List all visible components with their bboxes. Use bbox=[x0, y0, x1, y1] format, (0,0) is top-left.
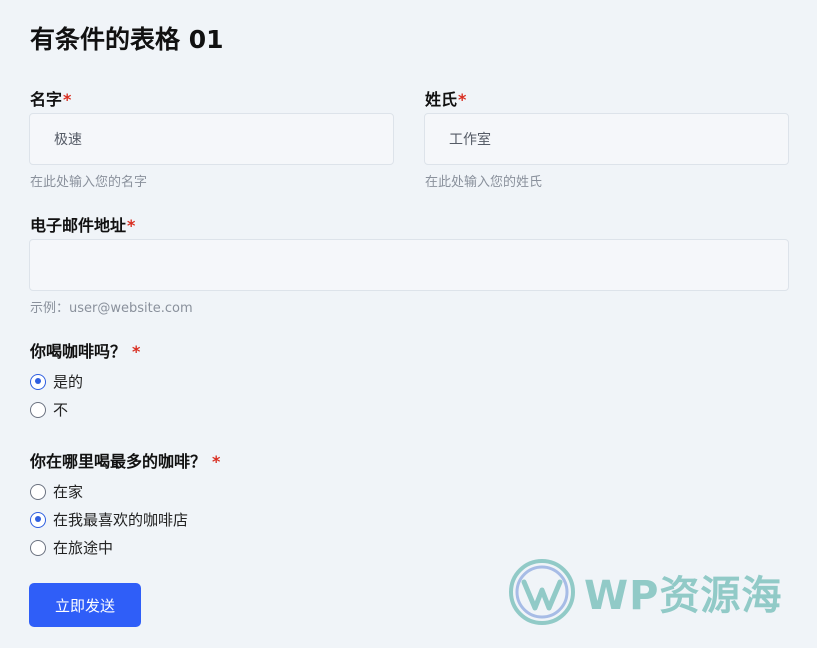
wordpress-logo-icon bbox=[509, 559, 575, 625]
email-input[interactable] bbox=[29, 239, 789, 291]
coffee-question-text: 你喝咖啡吗？ bbox=[30, 342, 127, 361]
form-title: 有条件的表格 01 bbox=[30, 25, 224, 54]
coffee-question-label: 你喝咖啡吗？ * bbox=[30, 338, 140, 362]
radio-option-yes[interactable]: 是的 bbox=[30, 371, 83, 392]
radio-option-label: 在家 bbox=[53, 483, 84, 501]
radio-option-coffee-shop[interactable]: 在我最喜欢的咖啡店 bbox=[30, 509, 188, 530]
where-question-label: 你在哪里喝最多的咖啡？ * bbox=[30, 448, 220, 472]
radio-option-label: 是的 bbox=[53, 373, 84, 391]
radio-option-on-the-go[interactable]: 在旅途中 bbox=[30, 537, 113, 558]
required-mark: * bbox=[63, 90, 72, 109]
required-mark: * bbox=[127, 216, 136, 235]
required-mark: * bbox=[212, 452, 221, 471]
radio-option-label: 不 bbox=[53, 401, 69, 419]
radio-option-home[interactable]: 在家 bbox=[30, 481, 83, 502]
email-hint: 示例：user@website.com bbox=[30, 301, 193, 316]
last-name-input[interactable]: 工作室 bbox=[424, 113, 789, 165]
radio-checked-icon[interactable] bbox=[30, 511, 46, 528]
where-question-text: 你在哪里喝最多的咖啡？ bbox=[30, 452, 207, 471]
first-name-label-text: 名字 bbox=[30, 90, 63, 109]
required-mark: * bbox=[132, 342, 141, 361]
first-name-hint: 在此处输入您的名字 bbox=[30, 175, 148, 190]
radio-option-label: 在我最喜欢的咖啡店 bbox=[53, 511, 189, 529]
email-label-text: 电子邮件地址 bbox=[30, 216, 127, 235]
email-label: 电子邮件地址* bbox=[30, 212, 135, 236]
watermark-text: WP资源海 bbox=[584, 573, 783, 619]
radio-option-label: 在旅途中 bbox=[53, 539, 114, 557]
radio-unchecked-icon[interactable] bbox=[30, 483, 46, 500]
last-name-label-text: 姓氏 bbox=[425, 90, 458, 109]
last-name-hint: 在此处输入您的姓氏 bbox=[425, 175, 543, 190]
last-name-label: 姓氏* bbox=[425, 86, 466, 110]
submit-button[interactable]: 立即发送 bbox=[29, 583, 141, 627]
radio-checked-icon[interactable] bbox=[30, 373, 46, 390]
watermark: WP资源海 bbox=[508, 558, 782, 626]
radio-option-no[interactable]: 不 bbox=[30, 399, 68, 420]
first-name-input[interactable]: 极速 bbox=[29, 113, 394, 165]
required-mark: * bbox=[458, 90, 467, 109]
first-name-label: 名字* bbox=[30, 86, 71, 110]
radio-unchecked-icon[interactable] bbox=[30, 539, 46, 556]
radio-unchecked-icon[interactable] bbox=[30, 401, 46, 418]
